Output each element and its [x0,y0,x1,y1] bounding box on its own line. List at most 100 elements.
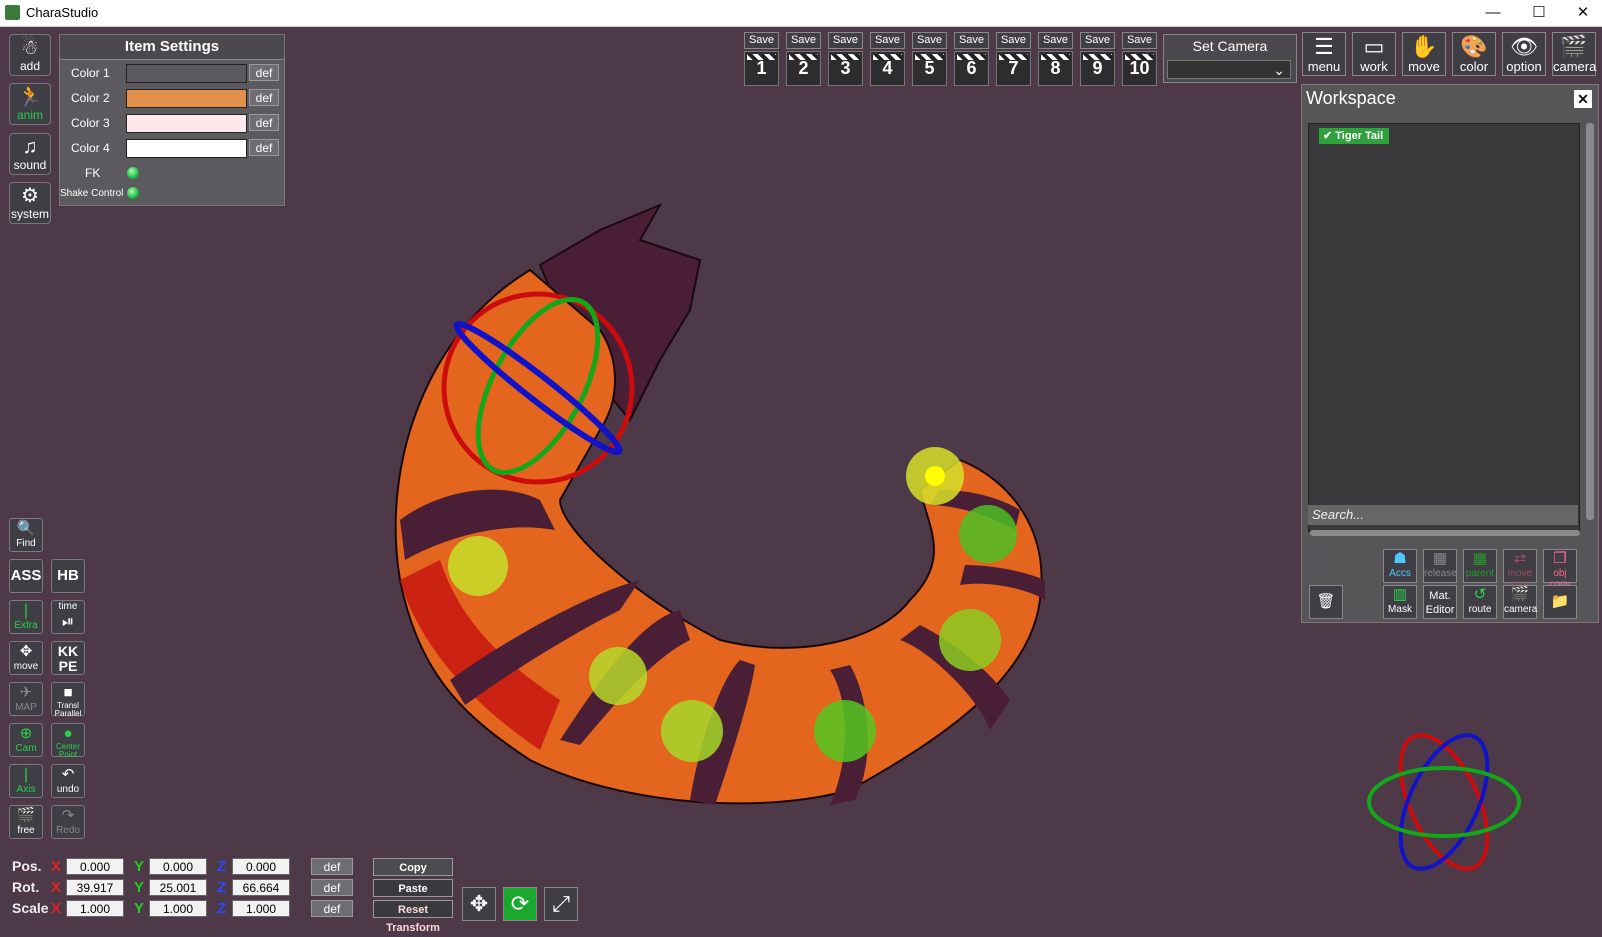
fk-toggle[interactable] [127,167,139,179]
save-slot-10[interactable]: Save 10 [1122,32,1157,86]
scale-label: Scale [12,900,49,916]
center-point-button[interactable]: ● Center Point [51,723,85,759]
color-4-swatch[interactable] [126,139,247,158]
option-button[interactable]: 👁 option [1502,32,1546,76]
set-camera-title: Set Camera [1192,38,1268,54]
rotation-z-field[interactable]: 66.664 [232,879,290,896]
rotation-label: Rot. [12,879,40,895]
mat-editor-button[interactable]: Mat. Editor [1423,585,1457,619]
mask-button[interactable]: ▥ Mask [1383,585,1417,619]
folder-button[interactable]: 📁 [1543,585,1577,619]
work-button[interactable]: ▭ work [1352,32,1396,76]
free-camera-button[interactable]: 🎬 free [9,805,43,839]
transl-parallel-button[interactable]: ■ Transl Parallel [51,682,85,718]
map-button[interactable]: ✈ MAP [9,682,43,716]
save-slot-8[interactable]: Save 8 [1038,32,1073,86]
rotation-x-field[interactable]: 39.917 [66,879,124,896]
move-tool-button[interactable]: ✥ move [9,641,43,675]
color-row-2: Color 2 def [60,86,284,110]
redo-button[interactable]: ↷ Redo [51,805,85,839]
system-button[interactable]: ⚙ system [9,182,51,224]
workspace-camera-button[interactable]: 🎬 camera [1503,585,1537,619]
ass-button[interactable]: ASS [9,559,43,593]
obj-copy-button[interactable]: ❐obj copy [1543,549,1577,590]
clapper-icon: 1 [744,51,779,86]
color-3-def-button[interactable]: def [249,114,279,131]
delete-button[interactable]: 🗑 [1309,585,1343,619]
save-slot-6[interactable]: Save 6 [954,32,989,86]
kkpe-button[interactable]: KK PE [51,641,85,675]
save-slot-9[interactable]: Save 9 [1080,32,1115,86]
chevron-down-icon: ⌄ [1273,62,1285,78]
set-camera-dropdown[interactable]: ⌄ [1167,60,1291,79]
save-slot-5[interactable]: Save 5 [912,32,947,86]
axis-gizmo-green [1367,766,1521,838]
palette-icon: 🎨 [1460,34,1488,59]
workspace-item-tiger-tail[interactable]: ✔ Tiger Tail [1319,128,1390,144]
clapper-icon: 10 [1122,51,1157,86]
save-slot-4[interactable]: Save 4 [870,32,905,86]
move-copy-button[interactable]: ⇄move copy [1503,549,1537,590]
bone-handle [939,609,1001,671]
time-button[interactable]: time ⏯ [51,600,85,634]
release-button[interactable]: ▦ release [1423,549,1457,583]
save-slot-7[interactable]: Save 7 [996,32,1031,86]
color-3-swatch[interactable] [126,114,247,133]
undo-button[interactable]: ↶ undo [51,764,85,798]
extra-button[interactable]: ❘ Extra [9,600,43,634]
sound-button[interactable]: ♫ sound [9,133,51,175]
scale-z-field[interactable]: 1.000 [232,900,290,917]
workspace-tree[interactable] [1308,123,1580,532]
extra-icon: ❘ [19,602,33,619]
hb-button[interactable]: HB [51,559,85,593]
route-button[interactable]: ↺ route [1463,585,1497,619]
rotation-def-button[interactable]: def [311,879,353,896]
save-slot-2[interactable]: Save 2 [786,32,821,86]
workspace-horizontal-scrollbar[interactable] [1310,530,1580,536]
move-gizmo-button[interactable]: ✥ [462,887,496,921]
camera-button[interactable]: 🎬 camera [1552,32,1596,76]
paste-transform-button[interactable]: Paste Transform [373,879,453,913]
color-1-swatch[interactable] [126,64,247,83]
position-def-button[interactable]: def [311,858,353,875]
position-y-field[interactable]: 0.000 [149,858,207,875]
workspace-close-button[interactable]: ✕ [1574,90,1592,108]
save-slot-1[interactable]: Save 1 [744,32,779,86]
rotate-gizmo-button[interactable]: ⟳ [503,887,537,921]
move-button[interactable]: ✋ move [1402,32,1446,76]
scale-x-field[interactable]: 1.000 [66,900,124,917]
color-2-swatch[interactable] [126,89,247,108]
cam-button[interactable]: ⊕ Cam [9,723,43,757]
position-z-field[interactable]: 0.000 [232,858,290,875]
find-button[interactable]: 🔍 Find [9,518,43,552]
axis-button[interactable]: ❘ Axis [9,764,43,798]
play-pause-icon: ⏯ [61,613,74,630]
position-x-field[interactable]: 0.000 [66,858,124,875]
workspace-vertical-scrollbar[interactable] [1586,123,1594,520]
scale-def-button[interactable]: def [311,900,353,917]
parent-button[interactable]: ▦ parent [1463,549,1497,583]
shake-control-toggle[interactable] [127,187,139,199]
clapper-icon: 7 [996,51,1031,86]
add-button[interactable]: ☃ add [9,34,51,76]
color-button[interactable]: 🎨 color [1452,32,1496,76]
copy-transform-button[interactable]: Copy Transform [373,858,453,892]
color-2-def-button[interactable]: def [249,89,279,106]
save-slot-3[interactable]: Save 3 [828,32,863,86]
move-arrows-icon: ✥ [19,643,33,660]
scale-gizmo-button[interactable]: ⤢ [544,887,578,921]
menu-button[interactable]: ☰ menu [1302,32,1346,76]
scale-y-field[interactable]: 1.000 [149,900,207,917]
bone-handle [448,536,508,596]
color-4-def-button[interactable]: def [249,139,279,156]
anim-button[interactable]: 🏃 anim [9,83,51,125]
clapper-icon: 6 [954,51,989,86]
camera-plus-icon: ⊕ [19,725,33,742]
workspace-panel: Workspace ✕ ✔ Tiger Tail Search... ☗ Accs… [1301,84,1599,623]
rotation-y-field[interactable]: 25.001 [149,879,207,896]
shake-control-label: Shake Control [60,188,124,199]
color-1-def-button[interactable]: def [249,64,279,81]
reset-transform-button[interactable]: Reset Transform [373,900,453,934]
workspace-search-input[interactable]: Search... [1308,505,1578,525]
accs-button[interactable]: ☗ Accs [1383,549,1417,583]
